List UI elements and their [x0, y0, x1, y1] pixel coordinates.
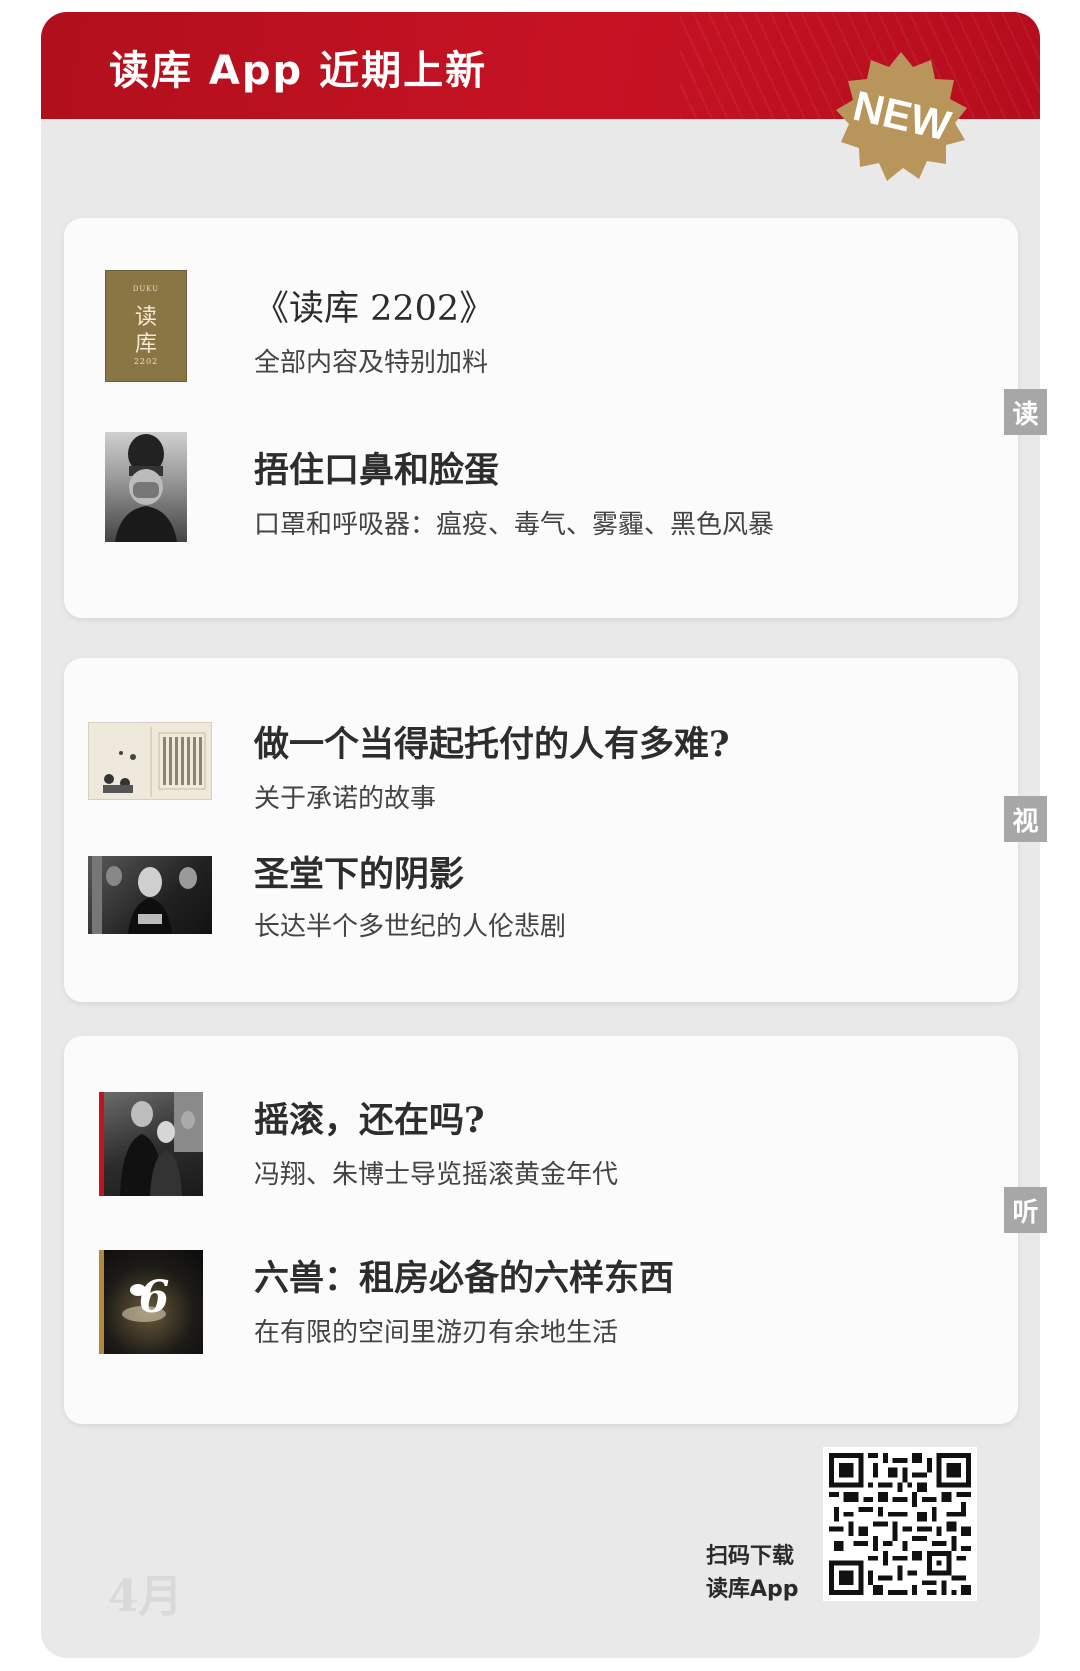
side-tab-listen[interactable]: 听 — [1004, 1187, 1047, 1233]
item-title: 做一个当得起托付的人有多难? — [254, 724, 730, 765]
qr-code[interactable] — [823, 1447, 977, 1601]
list-item[interactable]: 6 六兽：租房必备的六样东西 在有限的空间里游刃有余地生活 — [64, 1250, 1018, 1370]
cover-char-2: 库 — [134, 332, 157, 357]
item-title: 《读库 2202》 — [254, 289, 495, 329]
book-cover-thumbnail: DUKU 读 库 2202 — [105, 270, 187, 382]
item-subtitle: 冯翔、朱博士导览摇滚黄金年代 — [254, 1160, 619, 1190]
new-badge: NEW — [836, 52, 967, 181]
item-subtitle: 长达半个多世纪的人伦悲剧 — [254, 912, 567, 942]
item-subtitle: 关于承诺的故事 — [254, 784, 437, 814]
list-item[interactable]: 摇滚，还在吗? 冯翔、朱博士导览摇滚黄金年代 — [64, 1092, 1018, 1212]
panel: 读库 App 近期上新 NEW DUKU 读 库 2202 《读库 2202》 … — [41, 12, 1040, 1658]
scan-line-2: 读库App — [706, 1577, 799, 1602]
card-read: DUKU 读 库 2202 《读库 2202》 全部内容及特别加料 捂住口鼻和脸… — [64, 218, 1018, 618]
list-item[interactable]: 捂住口鼻和脸蛋 口罩和呼吸器：瘟疫、毒气、雾霾、黑色风暴 — [64, 432, 1018, 552]
side-tab-watch[interactable]: 视 — [1004, 796, 1047, 842]
musicians-icon — [120, 1092, 203, 1196]
six-beasts-thumbnail: 6 — [99, 1250, 203, 1354]
people-icon — [92, 856, 197, 934]
header-title: 读库 App 近期上新 — [109, 48, 488, 94]
book-illustration-thumbnail — [88, 722, 212, 800]
item-title: 捂住口鼻和脸蛋 — [254, 450, 500, 491]
scan-download-text: 扫码下载 读库App — [706, 1540, 806, 1606]
open-book-icon — [103, 727, 206, 797]
list-item[interactable]: DUKU 读 库 2202 《读库 2202》 全部内容及特别加料 — [64, 264, 1018, 384]
list-item[interactable]: 做一个当得起托付的人有多难? 关于承诺的故事 — [64, 706, 1018, 826]
scan-line-1: 扫码下载 — [706, 1544, 795, 1569]
cover-top-text: DUKU — [132, 285, 160, 293]
digit-six-icon: 6 — [122, 1272, 170, 1323]
cover-year: 2202 — [133, 357, 159, 366]
crowd-photo-thumbnail — [88, 856, 212, 934]
month-label: 4月 — [108, 1571, 183, 1622]
list-item[interactable]: 圣堂下的阴影 长达半个多世纪的人伦悲剧 — [64, 846, 1018, 966]
item-subtitle: 在有限的空间里游刃有余地生活 — [254, 1318, 619, 1348]
item-title: 六兽：租房必备的六样东西 — [254, 1258, 675, 1299]
policeman-figure-icon — [115, 434, 177, 542]
item-title: 圣堂下的阴影 — [254, 854, 465, 895]
item-subtitle: 全部内容及特别加料 — [254, 348, 489, 378]
side-tab-read[interactable]: 读 — [1004, 389, 1047, 435]
rock-photo-thumbnail — [99, 1092, 203, 1196]
thumb-digit: 6 — [139, 1272, 170, 1323]
item-title: 摇滚，还在吗? — [254, 1100, 485, 1141]
card-watch: 做一个当得起托付的人有多难? 关于承诺的故事 圣堂下的阴影 长达半个多世纪的人伦… — [64, 658, 1018, 1002]
card-listen: 摇滚，还在吗? 冯翔、朱博士导览摇滚黄金年代 6 六兽：租房必备的六样东西 在有… — [64, 1036, 1018, 1424]
qr-code-icon — [829, 1453, 971, 1595]
item-subtitle: 口罩和呼吸器：瘟疫、毒气、雾霾、黑色风暴 — [254, 510, 775, 540]
mask-photo-thumbnail — [105, 432, 187, 542]
